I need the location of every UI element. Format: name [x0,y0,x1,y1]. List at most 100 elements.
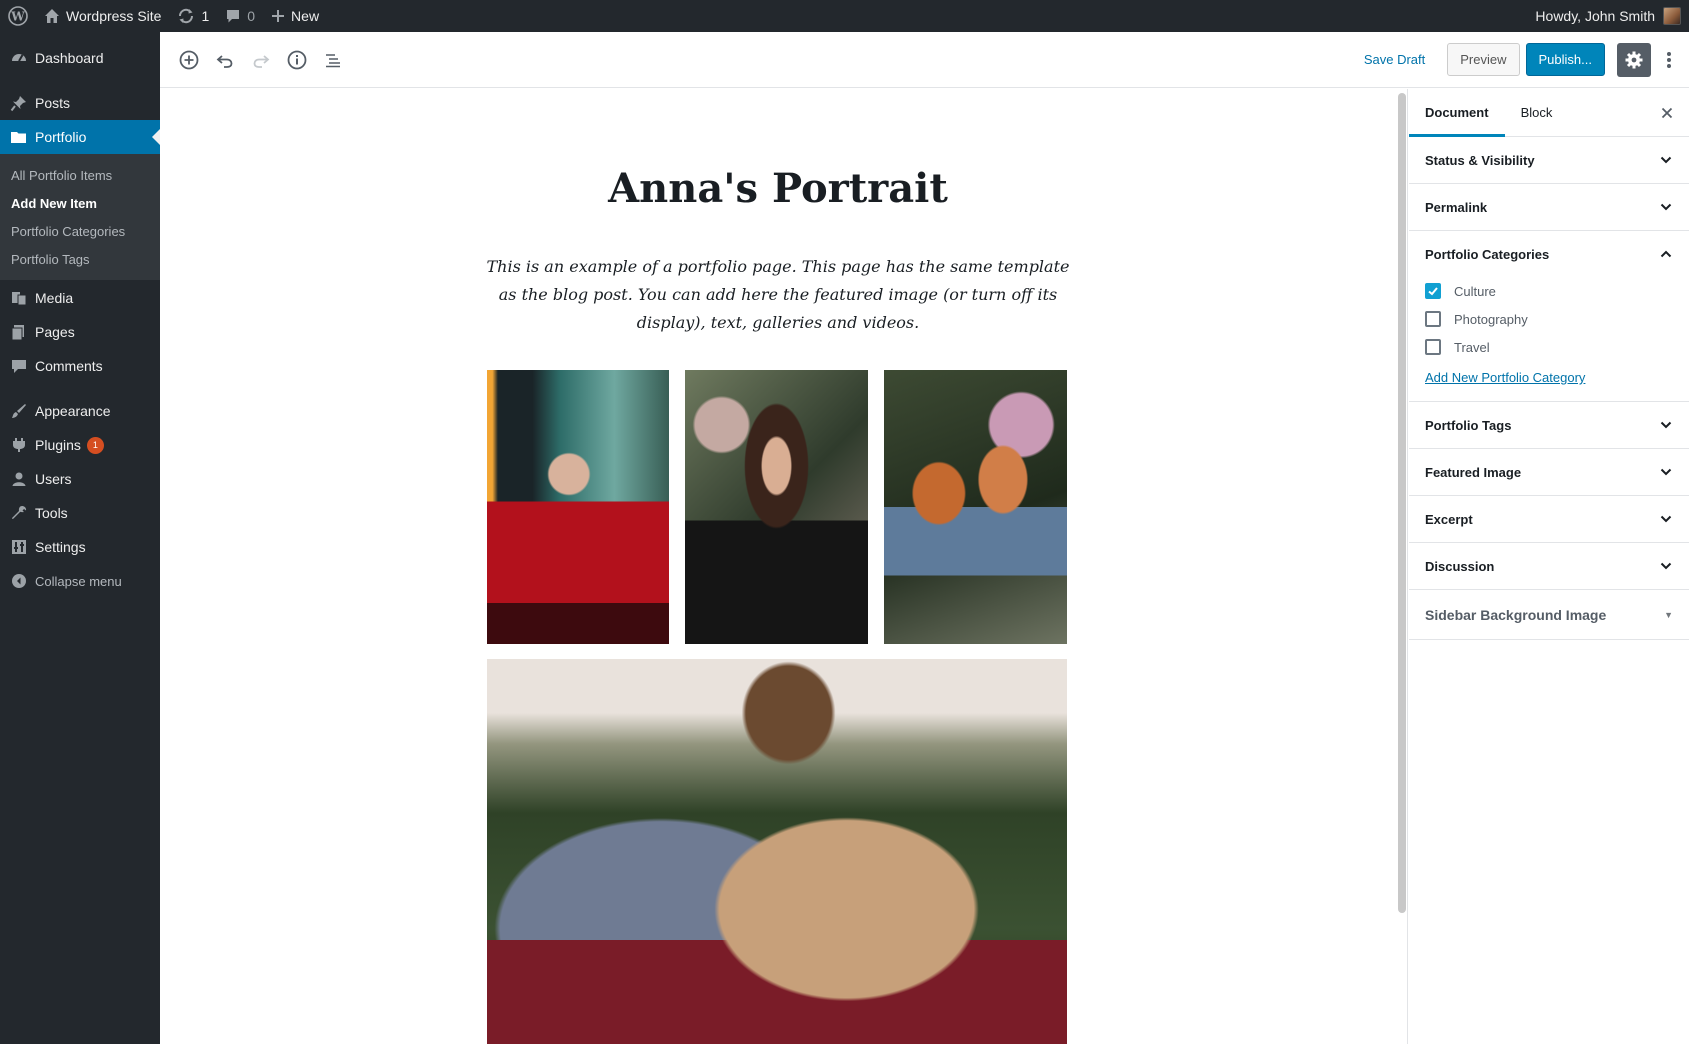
submenu-tags[interactable]: Portfolio Tags [0,245,160,273]
checkbox-icon[interactable] [1425,339,1441,355]
panel-status-toggle[interactable]: Status & Visibility [1409,137,1689,183]
menu-comments-label: Comments [35,358,103,374]
new-content-link[interactable]: New [263,0,327,32]
folder-icon [9,127,29,147]
home-icon [45,9,59,23]
panel-categories-toggle[interactable]: Portfolio Categories [1409,231,1689,277]
menu-portfolio[interactable]: Portfolio [0,120,160,154]
info-icon [287,50,307,69]
plugins-update-badge: 1 [86,436,104,454]
editor-canvas: Anna's Portrait This is an example of a … [160,89,1396,1044]
undo-icon [216,54,233,68]
tab-block[interactable]: Block [1505,89,1569,137]
gear-icon [1625,51,1643,68]
menu-comments[interactable]: Comments [0,349,160,383]
category-photography[interactable]: Photography [1425,305,1673,333]
site-name: Wordpress Site [66,8,162,24]
chevron-down-icon [1659,559,1673,573]
panel-featured-toggle[interactable]: Featured Image [1409,449,1689,495]
panel-excerpt: Excerpt [1409,496,1689,543]
add-block-icon [179,50,199,69]
gallery-image-woman-neon[interactable] [487,370,669,644]
collapse-menu-button[interactable]: Collapse menu [0,564,160,598]
category-label: Travel [1454,339,1490,355]
menu-settings[interactable]: Settings [0,530,160,564]
site-name-link[interactable]: Wordpress Site [36,0,169,32]
tab-document[interactable]: Document [1409,89,1505,137]
panel-portfolio-categories: Portfolio Categories Culture Photography… [1409,231,1689,402]
content-info-button[interactable] [279,42,315,78]
add-block-button[interactable] [171,42,207,78]
post-title[interactable]: Anna's Portrait [160,165,1396,212]
panel-permalink-toggle[interactable]: Permalink [1409,184,1689,230]
submenu-categories[interactable]: Portfolio Categories [0,217,160,245]
sidebar-tabs: Document Block [1409,89,1689,137]
undo-button[interactable] [207,42,243,78]
list-icon [326,53,340,67]
menu-tools[interactable]: Tools [0,496,160,530]
close-sidebar-button[interactable] [1649,95,1685,131]
panel-excerpt-toggle[interactable]: Excerpt [1409,496,1689,542]
intro-paragraph[interactable]: This is an example of a portfolio page. … [484,253,1072,337]
metabox-sidebar-background[interactable]: Sidebar Background Image ▼ [1409,590,1689,640]
metabox-title: Sidebar Background Image [1425,606,1607,623]
panel-status-title: Status & Visibility [1425,152,1535,168]
scrollbar-thumb[interactable] [1398,93,1406,913]
menu-posts[interactable]: Posts [0,86,160,120]
admin-bar: W Wordpress Site 1 0 New Howdy, John Smi… [0,0,1689,32]
menu-appearance[interactable]: Appearance [0,394,160,428]
panel-discussion-title: Discussion [1425,558,1495,574]
gallery-image-couple-flowers[interactable] [884,370,1067,644]
block-navigation-button[interactable] [315,42,351,78]
avatar [1663,7,1681,25]
submenu-add-new[interactable]: Add New Item [0,189,160,217]
wordpress-icon: W [8,6,28,26]
media-icon [9,288,29,308]
menu-media-label: Media [35,290,74,306]
menu-dashboard-label: Dashboard [35,50,104,66]
wordpress-logo[interactable]: W [0,0,36,32]
panel-portfolio-tags: Portfolio Tags [1409,402,1689,449]
editor-header: Save Draft Preview Publish... [160,32,1689,88]
menu-pages[interactable]: Pages [0,315,160,349]
panel-permalink-title: Permalink [1425,199,1488,215]
comments-link[interactable]: 0 [217,0,263,32]
collapse-icon [9,571,29,591]
menu-posts-label: Posts [35,95,71,111]
menu-plugins[interactable]: Plugins 1 [0,428,160,462]
category-travel[interactable]: Travel [1425,333,1673,361]
category-culture[interactable]: Culture [1425,277,1673,305]
portfolio-submenu: All Portfolio Items Add New Item Portfol… [0,154,160,280]
menu-plugins-label: Plugins [35,437,81,453]
publish-button[interactable]: Publish... [1525,43,1605,76]
add-new-category-link[interactable]: Add New Portfolio Category [1425,370,1673,391]
account-menu[interactable]: Howdy, John Smith [1535,7,1689,25]
checkbox-icon[interactable] [1425,311,1441,327]
gallery-image-woman-smiling[interactable] [685,370,868,644]
menu-users[interactable]: Users [0,462,160,496]
panel-discussion-toggle[interactable]: Discussion [1409,543,1689,589]
chevron-down-icon [1659,512,1673,526]
updates-icon [179,8,194,24]
plugin-icon [9,435,29,455]
save-draft-button[interactable]: Save Draft [1364,52,1425,67]
wrench-icon [9,503,29,523]
menu-settings-label: Settings [35,539,86,555]
settings-icon [9,537,29,557]
menu-media[interactable]: Media [0,281,160,315]
checkbox-checked-icon[interactable] [1425,283,1441,299]
updates-link[interactable]: 1 [169,0,217,32]
menu-dashboard[interactable]: Dashboard [0,41,160,75]
svg-text:W: W [10,10,25,24]
panel-tags-toggle[interactable]: Portfolio Tags [1409,402,1689,448]
menu-portfolio-label: Portfolio [35,129,87,145]
more-tools-button[interactable] [1659,43,1679,77]
submenu-all-items[interactable]: All Portfolio Items [0,161,160,189]
redo-button[interactable] [243,42,279,78]
gallery-image-couple-embrace[interactable] [487,659,1067,1044]
settings-toggle-button[interactable] [1617,42,1651,77]
panel-discussion: Discussion [1409,543,1689,590]
preview-button[interactable]: Preview [1447,43,1520,76]
editor-scrollbar[interactable] [1396,89,1408,1044]
categories-list: Culture Photography Travel Add New Portf… [1409,277,1689,401]
